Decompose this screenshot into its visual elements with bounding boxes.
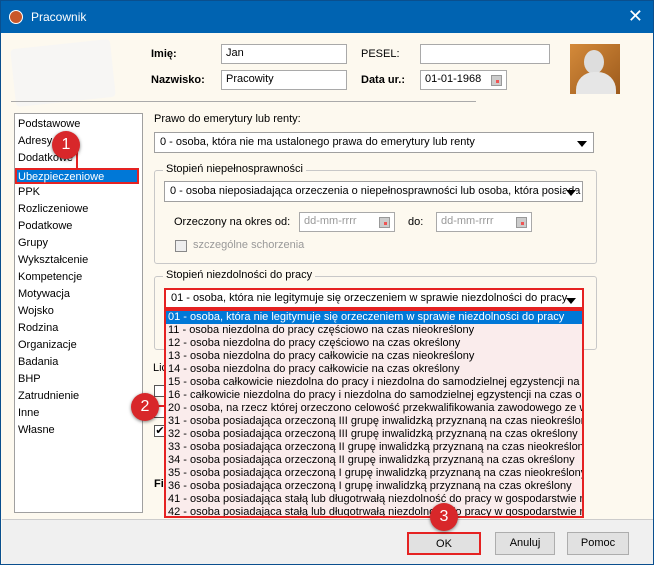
pension-select[interactable]: 0 - osoba, która nie ma ustalonego prawa… (154, 132, 594, 153)
special-conditions-label: szczególne schorzenia (193, 239, 305, 251)
sidebar-item-kompetencje[interactable]: Kompetencje (17, 270, 83, 286)
sidebar-item-adresy[interactable]: Adresy (17, 134, 53, 150)
sidebar-item-wojsko[interactable]: Wojsko (17, 304, 55, 320)
dropdown-option[interactable]: 32 - osoba posiadająca orzeczoną III gru… (166, 428, 582, 441)
sidebar-item-ppk[interactable]: PPK (17, 185, 41, 201)
dropdown-option[interactable]: 33 - osoba posiadająca orzeczoną II grup… (166, 441, 582, 454)
sidebar-item-inne[interactable]: Inne (17, 406, 40, 422)
sidebar-item-grupy[interactable]: Grupy (17, 236, 49, 252)
birth-date-input[interactable]: 01-01-1968 (420, 70, 507, 90)
sidebar-item-własne[interactable]: Własne (17, 423, 56, 439)
dropdown-option[interactable]: 12 - osoba niezdolna do pracy częściowo … (166, 337, 582, 350)
dropdown-option[interactable]: 01 - osoba, która nie legitymuje się orz… (166, 311, 582, 324)
first-name-label: Imię: (151, 48, 177, 60)
dropdown-option[interactable]: 36 - osoba posiadająca orzeczoną I grupę… (166, 480, 582, 493)
sidebar-item-badania[interactable]: Badania (17, 355, 59, 371)
sidebar-item-rozliczeniowe[interactable]: Rozliczeniowe (17, 202, 89, 218)
disability-select[interactable]: 0 - osoba nieposiadająca orzeczenia o ni… (164, 181, 583, 202)
sidebar-item-motywacja[interactable]: Motywacja (17, 287, 71, 303)
incapacity-group-title: Stopień niezdolności do pracy (163, 269, 316, 281)
sidebar-item-rodzina[interactable]: Rodzina (17, 321, 59, 337)
pesel-label: PESEL: (361, 48, 400, 60)
dropdown-option[interactable]: 35 - osoba posiadająca orzeczoną I grupę… (166, 467, 582, 480)
period-to-label: do: (408, 216, 424, 228)
callout-badge-1: 1 (52, 131, 80, 159)
dropdown-option[interactable]: 14 - osoba niezdolna do pracy całkowicie… (166, 363, 582, 376)
pension-value: 0 - osoba, która nie ma ustalonego prawa… (160, 136, 475, 148)
dropdown-option[interactable]: 13 - osoba niezdolna do pracy całkowicie… (166, 350, 582, 363)
incapacity-value: 01 - osoba, która nie legitymuje się orz… (171, 292, 568, 304)
period-to-placeholder: dd-mm-rrrr (441, 215, 494, 227)
dropdown-option[interactable]: 15 - osoba całkowicie niezdolna do pracy… (166, 376, 582, 389)
period-from-placeholder: dd-mm-rrrr (304, 215, 357, 227)
app-icon (9, 10, 23, 24)
title-bar: Pracownik ✕ (1, 1, 653, 33)
employee-card-image (10, 38, 116, 108)
avatar[interactable] (570, 44, 620, 94)
dropdown-option[interactable]: 20 - osoba, na rzecz której orzeczono ce… (166, 402, 582, 415)
cancel-button[interactable]: Anuluj (495, 532, 555, 555)
disability-group-title: Stopień niepełnosprawności (163, 163, 306, 175)
disability-value: 0 - osoba nieposiadająca orzeczenia o ni… (170, 185, 581, 197)
sidebar-item-wykształcenie[interactable]: Wykształcenie (17, 253, 89, 269)
calendar-icon[interactable] (491, 75, 502, 86)
callout-badge-2: 2 (131, 393, 159, 421)
window-title: Pracownik (31, 10, 87, 24)
birth-date-label: Data ur.: (361, 74, 406, 86)
dropdown-option[interactable]: 42 - osoba posiadająca stałą lub długotr… (166, 506, 582, 516)
chevron-down-icon (566, 298, 576, 304)
birth-date-value: 01-01-1968 (425, 73, 482, 85)
period-from-input[interactable]: dd-mm-rrrr (299, 212, 395, 232)
pension-label: Prawo do emerytury lub renty: (154, 113, 301, 125)
chevron-down-icon (577, 141, 587, 147)
calendar-icon[interactable] (379, 217, 390, 228)
dropdown-option[interactable]: 31 - osoba posiadająca orzeczoną III gru… (166, 415, 582, 428)
first-name-input[interactable]: Jan (221, 44, 347, 64)
ok-button[interactable]: OK (407, 532, 481, 555)
last-name-input[interactable]: Pracowity (221, 70, 347, 90)
last-name-label: Nazwisko: (151, 74, 205, 86)
callout-badge-3: 3 (430, 503, 458, 531)
close-icon[interactable]: ✕ (628, 6, 643, 27)
dropdown-option[interactable]: 41 - osoba posiadająca stałą lub długotr… (166, 493, 582, 506)
incapacity-dropdown-list: 01 - osoba, która nie legitymuje się orz… (164, 309, 584, 518)
sidebar-item-podstawowe[interactable]: Podstawowe (17, 117, 81, 133)
dropdown-option[interactable]: 34 - osoba posiadająca orzeczoną II grup… (166, 454, 582, 467)
chevron-down-icon (566, 190, 576, 196)
special-conditions-checkbox[interactable] (175, 240, 187, 252)
header-divider (11, 101, 476, 102)
sidebar-item-zatrudnienie[interactable]: Zatrudnienie (17, 389, 80, 405)
sidebar: Podstawowe Adresy Dodatkowe Ubezpieczeniowe… (14, 113, 143, 513)
pesel-input[interactable] (420, 44, 550, 64)
help-button[interactable]: Pomoc (567, 532, 629, 555)
incapacity-select[interactable]: 01 - osoba, która nie legitymuje się orz… (164, 288, 584, 309)
sidebar-item-bhp[interactable]: BHP (17, 372, 42, 388)
calendar-icon[interactable] (516, 217, 527, 228)
sidebar-item-podatkowe[interactable]: Podatkowe (17, 219, 73, 235)
period-from-label: Orzeczony na okres od: (174, 216, 291, 228)
sidebar-item-organizacje[interactable]: Organizacje (17, 338, 78, 354)
footer (2, 519, 653, 564)
sidebar-item-ubezpieczeniowe[interactable]: Ubezpieczeniowe (15, 168, 139, 184)
period-to-input[interactable]: dd-mm-rrrr (436, 212, 532, 232)
dropdown-option[interactable]: 11 - osoba niezdolna do pracy częściowo … (166, 324, 582, 337)
partial-label-2: Fi (154, 478, 164, 490)
dropdown-option[interactable]: 16 - całkowicie niezdolna do pracy i nie… (166, 389, 582, 402)
pracownik-dialog: Pracownik ✕ Imię: Jan Nazwisko: Pracowit… (0, 0, 654, 565)
